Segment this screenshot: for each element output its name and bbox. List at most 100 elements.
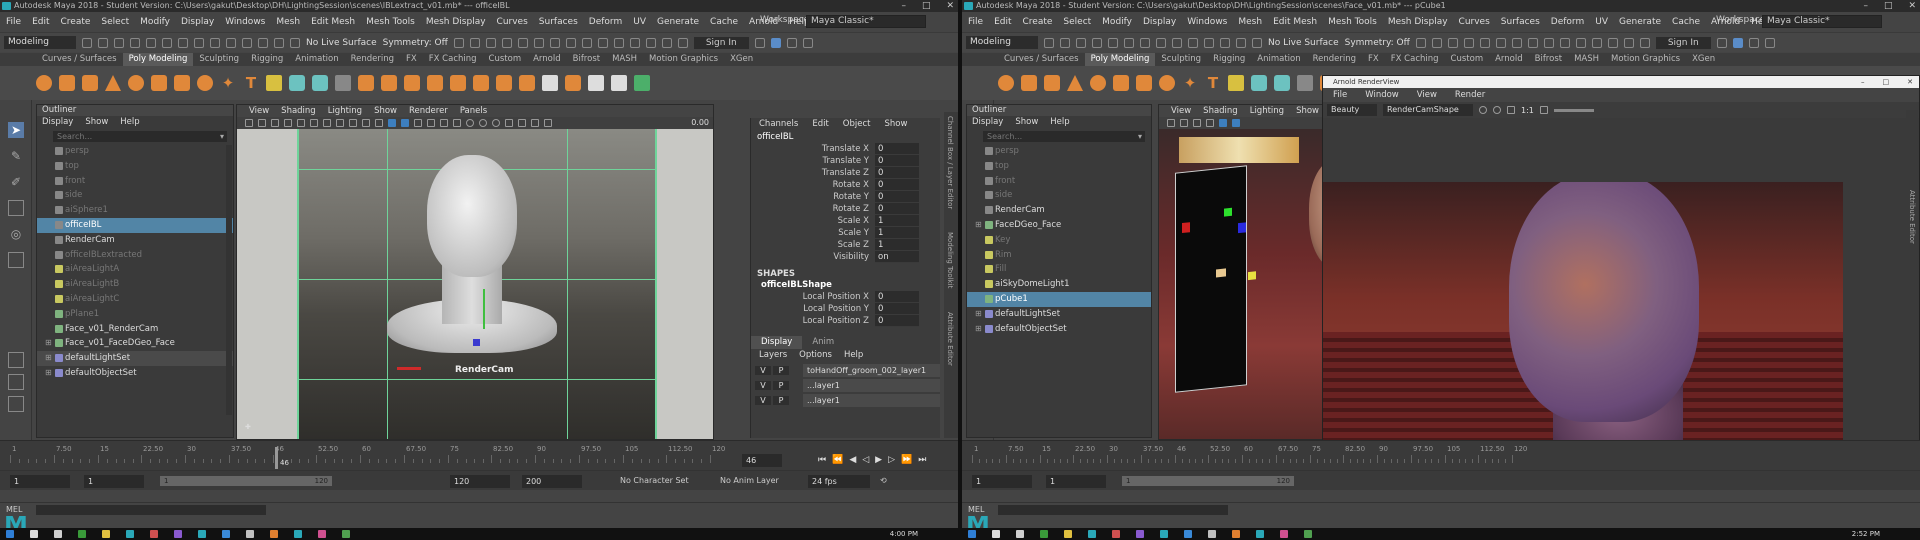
redo-icon[interactable]	[130, 37, 140, 48]
layer-menu-layers[interactable]: Layers	[759, 349, 787, 362]
menu-edit-mesh[interactable]: Edit Mesh	[311, 17, 355, 27]
menu-generate[interactable]: Generate	[657, 17, 699, 27]
app-icon[interactable]	[270, 530, 278, 538]
attribute-icon[interactable]	[1623, 37, 1634, 48]
app-icon[interactable]	[1256, 530, 1264, 538]
channel-menu-object[interactable]: Object	[843, 118, 871, 131]
app-icon[interactable]	[150, 530, 158, 538]
outliner-item[interactable]: front	[37, 174, 233, 189]
manipulator-center[interactable]	[1216, 268, 1226, 278]
menu-curves[interactable]: Curves	[497, 17, 528, 27]
viewport-menu-lighting[interactable]: Lighting	[328, 105, 362, 117]
app-icon[interactable]	[1208, 530, 1216, 538]
outliner-menu-help[interactable]: Help	[120, 116, 139, 129]
light-icon[interactable]	[565, 37, 576, 48]
outliner-menu-display[interactable]: Display	[972, 116, 1003, 129]
fill-hole-icon[interactable]	[404, 75, 420, 91]
poly-cone-icon[interactable]	[1067, 75, 1083, 91]
outliner-item[interactable]: aiAreaLightC	[37, 292, 233, 307]
snap-point-icon[interactable]	[1220, 37, 1230, 48]
menu-mesh[interactable]: Mesh	[1238, 17, 1262, 27]
outliner-item[interactable]: Rim	[967, 248, 1151, 263]
modeling-toolkit-icon[interactable]	[1639, 37, 1650, 48]
poly-platonic-icon[interactable]	[197, 75, 213, 91]
channel-box-toggle-icon[interactable]	[770, 37, 781, 48]
character-set-field[interactable]: No Character Set	[620, 476, 689, 485]
panel-icon[interactable]	[802, 37, 813, 48]
outliner-item[interactable]: persp	[37, 144, 233, 159]
menu-file[interactable]: File	[968, 17, 983, 27]
workspace-select[interactable]: Maya Classic*	[806, 15, 926, 28]
file-explorer-icon[interactable]	[102, 530, 110, 538]
shelf-tab-sculpting[interactable]: Sculpting	[1155, 53, 1207, 66]
shape-attr-value[interactable]: 0	[875, 315, 919, 327]
manipulator-y-axis[interactable]	[1224, 207, 1232, 217]
uv-editor-icon[interactable]	[588, 75, 604, 91]
channel-attr-value[interactable]: 0	[875, 179, 919, 191]
outliner-item[interactable]: ⊞ defaultLightSet	[967, 307, 1151, 322]
outliner-item[interactable]: aiSphere1	[37, 203, 233, 218]
snap-view-icon[interactable]	[1236, 37, 1246, 48]
outliner-item[interactable]: ⊞ defaultObjectSet	[37, 366, 233, 381]
channel-attr-value[interactable]: 1	[875, 227, 919, 239]
select-hierarchy-icon[interactable]	[146, 37, 156, 48]
menu-file[interactable]: File	[6, 17, 21, 27]
2d-pan-icon[interactable]	[297, 119, 305, 127]
shelf-tab-fx-caching[interactable]: FX Caching	[1385, 53, 1445, 66]
menu-display[interactable]: Display	[181, 17, 214, 27]
channel-attr-value[interactable]: 0	[875, 155, 919, 167]
live-surface-field[interactable]: No Live Surface	[306, 38, 377, 48]
menu-select[interactable]: Select	[101, 17, 129, 27]
expand-icon[interactable]: ⊞	[45, 366, 52, 381]
shelf-tab-bifrost[interactable]: Bifrost	[1529, 53, 1568, 66]
time-slider[interactable]: 1 7.50 15 22.50 30 37.50 46 52.50 60 67.50 75 82.50…	[0, 440, 958, 470]
shelf-tab-animation[interactable]: Animation	[289, 53, 344, 66]
channel-attr-name[interactable]: Scale Y	[751, 227, 875, 239]
ipr-icon[interactable]	[469, 37, 480, 48]
zoom-ratio[interactable]: 1:1	[1521, 106, 1534, 115]
channel-attr-name[interactable]: Visibility	[751, 251, 875, 263]
channel-attr-value[interactable]: 0	[875, 167, 919, 179]
menu-deform[interactable]: Deform	[589, 17, 622, 27]
outliner-item[interactable]: pPlane1	[37, 307, 233, 322]
shape-attr-value[interactable]: 0	[875, 303, 919, 315]
minimize-icon[interactable]: –	[1863, 0, 1868, 12]
select-component-icon[interactable]	[1140, 37, 1150, 48]
menu-deform[interactable]: Deform	[1551, 17, 1584, 27]
layer-visibility-toggle[interactable]: V	[755, 365, 771, 375]
menu-cache[interactable]: Cache	[710, 17, 738, 27]
outliner-item[interactable]: aiSkyDomeLight1	[967, 277, 1151, 292]
channel-attr-value[interactable]: 0	[875, 191, 919, 203]
shelf-tab-animation[interactable]: Animation	[1251, 53, 1306, 66]
hypershade-icon[interactable]	[501, 37, 512, 48]
menu-uv[interactable]: UV	[1595, 17, 1608, 27]
poly-torus-icon[interactable]	[128, 75, 144, 91]
anim-layer-field[interactable]: No Anim Layer	[720, 476, 779, 485]
outliner-item[interactable]: ⊞ defaultObjectSet	[967, 322, 1151, 337]
smooth-shade-icon[interactable]	[1232, 119, 1240, 127]
channel-attr[interactable]: Translate Y0	[751, 155, 940, 167]
vp-icon[interactable]	[629, 37, 640, 48]
sign-in-button[interactable]: Sign In	[1655, 36, 1711, 49]
outliner-menu-display[interactable]: Display	[42, 116, 73, 129]
mel-label[interactable]: MEL	[968, 503, 984, 517]
search-icon[interactable]	[1716, 37, 1727, 48]
minimize-icon[interactable]: –	[901, 0, 906, 12]
channel-attr-value[interactable]: 0	[875, 143, 919, 155]
shelf-tab-rigging[interactable]: Rigging	[245, 53, 289, 66]
poly-cube-icon[interactable]	[1021, 75, 1037, 91]
app-icon[interactable]	[198, 530, 206, 538]
paint-select-icon[interactable]: ✐	[8, 174, 24, 190]
snapshot-icon[interactable]	[1543, 37, 1554, 48]
manipulator-z-axis[interactable]	[1238, 222, 1246, 234]
layer-name[interactable]: ...layer1	[803, 393, 940, 407]
step-forward-key-icon[interactable]: ⏩	[901, 455, 912, 465]
undo-icon[interactable]	[1076, 37, 1086, 48]
clock[interactable]: 4:00 PM	[890, 528, 918, 540]
start-icon[interactable]	[6, 530, 14, 538]
shelf-tab-xgen[interactable]: XGen	[724, 53, 759, 66]
motion-blur-icon[interactable]	[479, 119, 487, 127]
render-view-icon[interactable]	[517, 37, 528, 48]
outliner-item[interactable]: Key	[967, 233, 1151, 248]
channel-attr-name[interactable]: Scale X	[751, 215, 875, 227]
